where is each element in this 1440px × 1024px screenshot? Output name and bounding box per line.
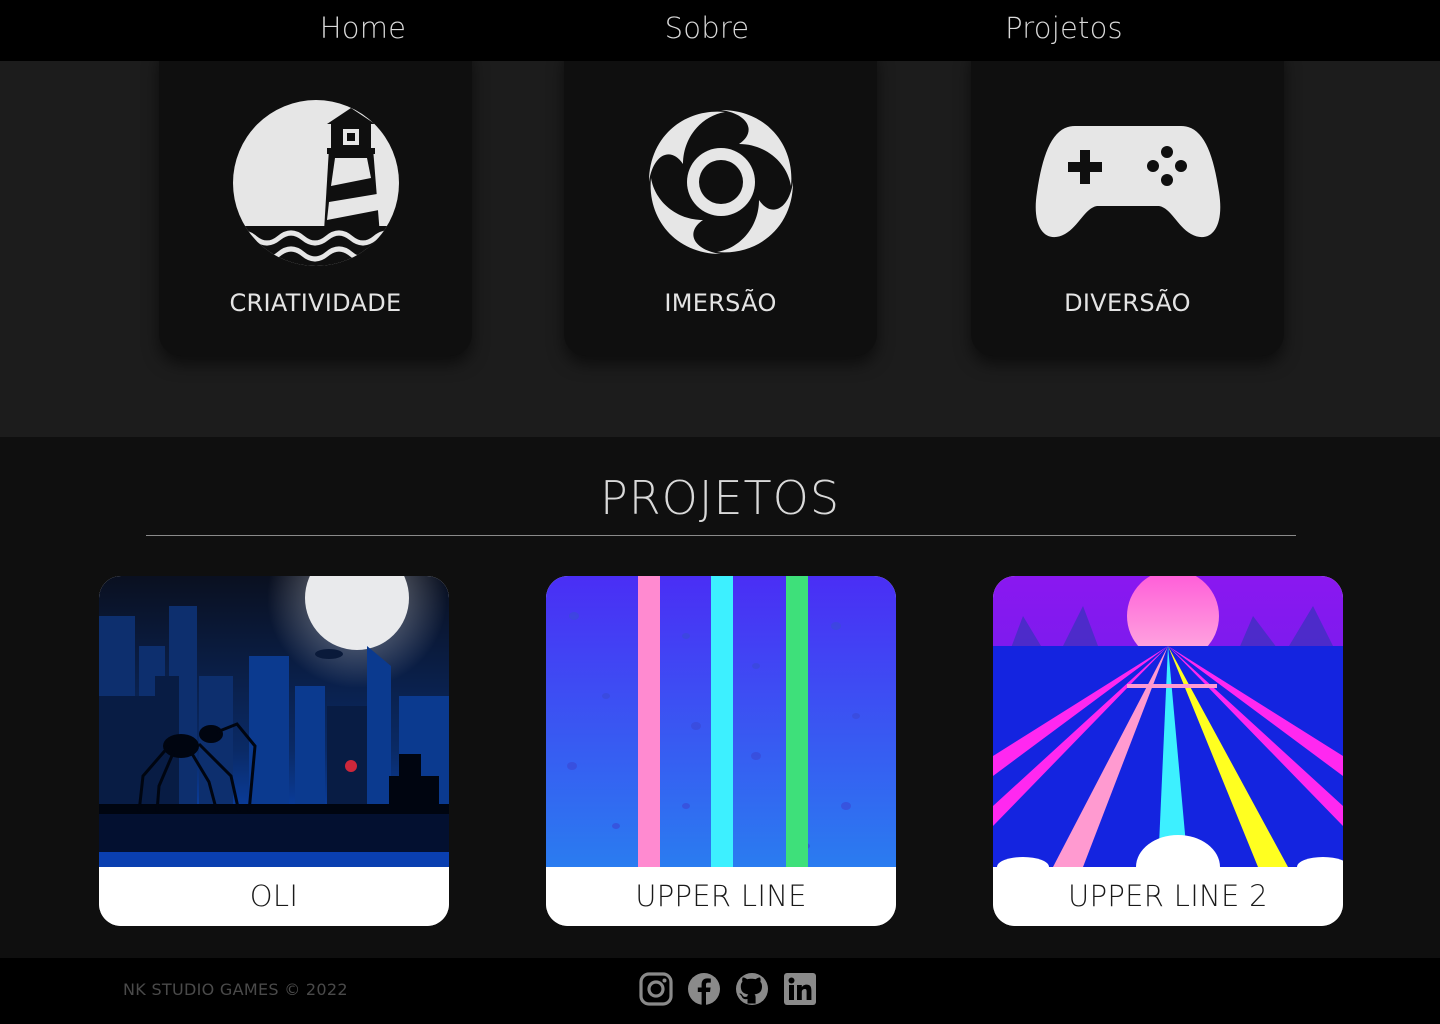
feature-card-immersion: IMERSÃO: [564, 40, 877, 356]
projects-heading: PROJETOS: [599, 471, 841, 525]
feature-label-fun: DIVERSÃO: [1064, 289, 1191, 317]
oli-cover-image: [99, 576, 449, 867]
top-navigation: Home Sobre Projetos: [0, 0, 1440, 61]
lighthouse-icon: [232, 100, 399, 266]
upper-line-cover-image: [546, 576, 896, 867]
project-card-upper-line-2[interactable]: UPPER LINE 2: [993, 576, 1343, 926]
github-icon[interactable]: [735, 972, 769, 1006]
project-card-upper-line[interactable]: UPPER LINE: [546, 576, 896, 926]
nav-link-about[interactable]: Sobre: [665, 11, 750, 45]
project-card-oli[interactable]: OLI: [99, 576, 449, 926]
projects-divider: [146, 535, 1296, 536]
feature-card-creativity: CRIATIVIDADE: [159, 40, 472, 356]
copyright-text: NK STUDIO GAMES © 2022: [123, 980, 348, 999]
project-title-upper-line: UPPER LINE: [546, 867, 896, 926]
gamepad-icon: [1035, 126, 1220, 238]
feature-label-immersion: IMERSÃO: [664, 289, 777, 317]
facebook-icon[interactable]: [687, 972, 721, 1006]
vortex-icon: [648, 110, 793, 254]
project-title-upper-line-2: UPPER LINE 2: [993, 867, 1343, 926]
project-title-oli: OLI: [99, 867, 449, 926]
features-section: CRIATIVIDADE IMERSÃO DIVERSÃO: [0, 0, 1440, 437]
site-footer: NK STUDIO GAMES © 2022: [0, 958, 1440, 1024]
instagram-icon[interactable]: [639, 972, 673, 1006]
nav-link-home[interactable]: Home: [320, 11, 406, 45]
feature-card-fun: DIVERSÃO: [971, 40, 1284, 356]
nav-link-projects[interactable]: Projetos: [1005, 11, 1123, 45]
linkedin-icon[interactable]: [783, 972, 817, 1006]
feature-label-creativity: CRIATIVIDADE: [229, 289, 402, 317]
upper-line-2-cover-image: [993, 576, 1343, 867]
projects-section: PROJETOS OLI UPPER LINE UPPER LINE 2: [0, 437, 1440, 958]
